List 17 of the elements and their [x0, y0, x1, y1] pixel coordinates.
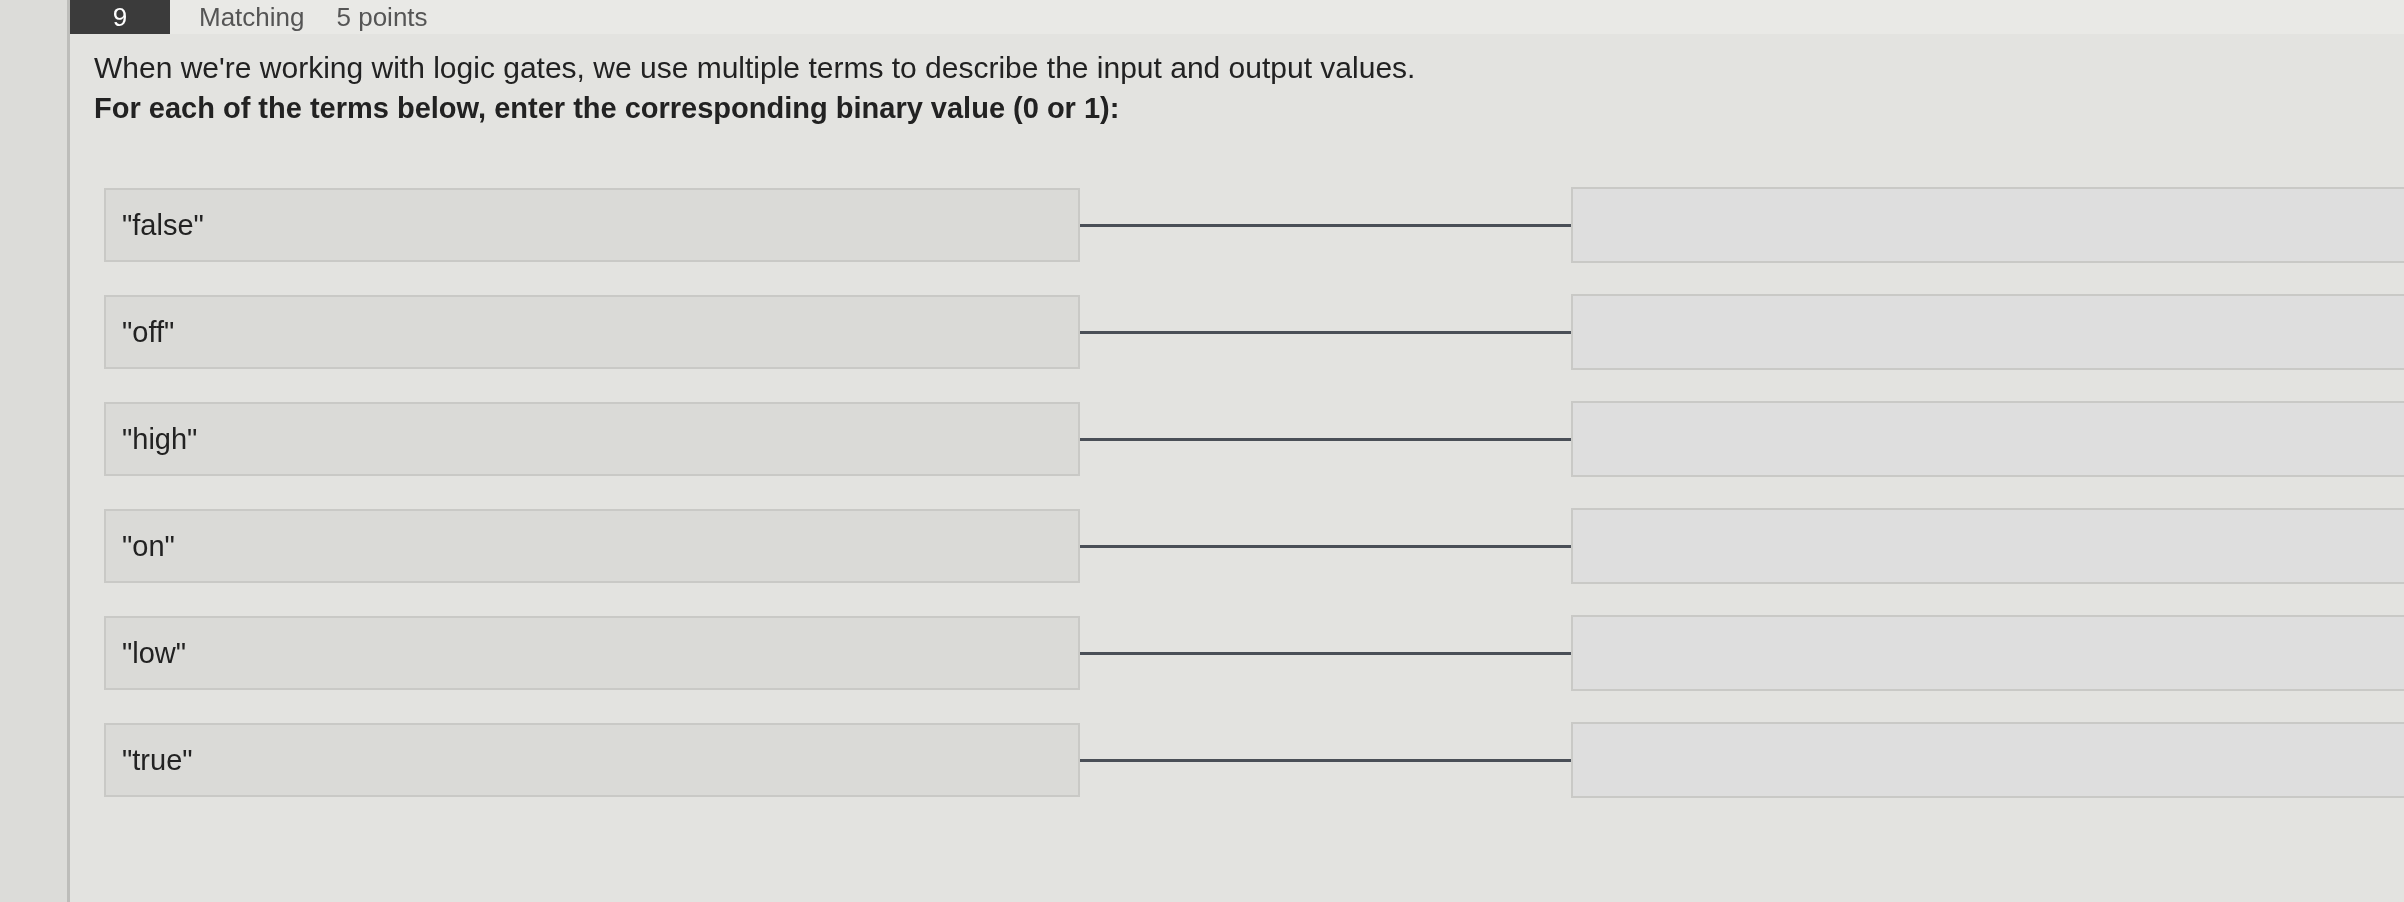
- answer-field[interactable]: [1571, 508, 2404, 584]
- answer-field[interactable]: [1571, 187, 2404, 263]
- question-number: 9: [70, 0, 170, 34]
- answer-field[interactable]: [1571, 401, 2404, 477]
- question-instruction: For each of the terms below, enter the corresponding binary value (0 or 1):: [94, 91, 1121, 126]
- question-prompt: When we're working with logic gates, we use multiple terms to describe the input and output values.: [94, 50, 1417, 86]
- term-box: "on": [104, 509, 1080, 583]
- term-box: "true": [104, 723, 1080, 797]
- answer-field[interactable]: [1571, 615, 2404, 691]
- answer-field[interactable]: [1571, 294, 2404, 370]
- term-box: "off": [104, 295, 1080, 369]
- term-box: "low": [104, 616, 1080, 690]
- question-type: Matching: [199, 1, 305, 33]
- term-box: "false": [104, 188, 1080, 262]
- question-points: 5 points: [336, 1, 428, 33]
- term-box: "high": [104, 402, 1080, 476]
- answer-field[interactable]: [1571, 722, 2404, 798]
